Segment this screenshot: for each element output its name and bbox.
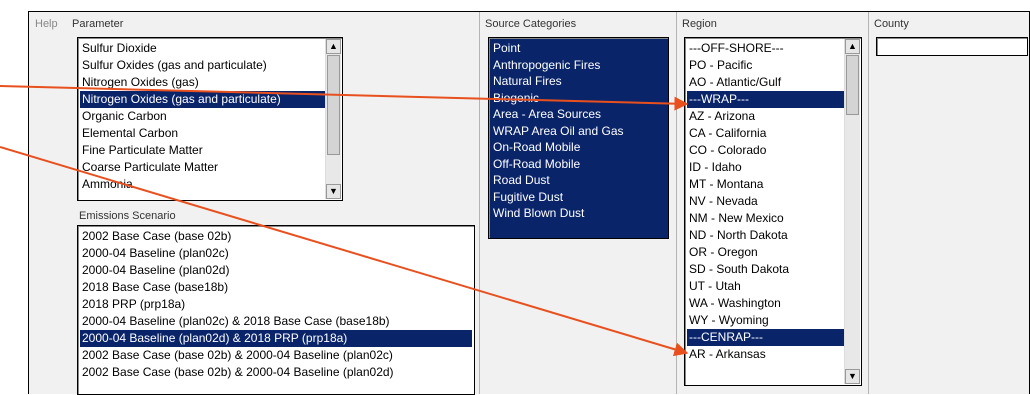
parameter-label: Parameter xyxy=(72,18,124,30)
scenario-option[interactable]: 2018 PRP (prp18a) xyxy=(80,296,472,313)
parameter-option[interactable]: Sulfur Dioxide xyxy=(80,40,325,57)
source-category-option[interactable]: Off-Road Mobile xyxy=(491,155,666,172)
source-category-option[interactable]: Road Dust xyxy=(491,172,666,189)
region-option[interactable]: WY - Wyoming xyxy=(687,312,844,329)
region-option[interactable]: ID - Idaho xyxy=(687,159,844,176)
region-option[interactable]: OR - Oregon xyxy=(687,244,844,261)
parameter-option[interactable]: Nitrogen Oxides (gas and particulate) xyxy=(80,91,325,108)
parameter-option[interactable]: Organic Carbon xyxy=(80,108,325,125)
scenario-option[interactable]: 2000-04 Baseline (plan02c) xyxy=(80,245,472,262)
scenario-option[interactable]: 2000-04 Baseline (plan02c) & 2018 Base C… xyxy=(80,313,472,330)
scenario-option[interactable]: 2002 Base Case (base 02b) xyxy=(80,228,472,245)
region-option[interactable]: ---WRAP--- xyxy=(687,91,844,108)
parameter-option[interactable]: Coarse Particulate Matter xyxy=(80,159,325,176)
emissions-scenario-listbox[interactable]: 2002 Base Case (base 02b) 2000-04 Baselin… xyxy=(77,225,475,395)
help-link[interactable]: Help xyxy=(35,18,58,30)
scenario-option[interactable]: 2002 Base Case (base 02b) & 2000-04 Base… xyxy=(80,347,472,364)
source-categories-label: Source Categories xyxy=(485,18,577,30)
source-category-option[interactable]: Wind Blown Dust xyxy=(491,205,666,222)
parameter-option[interactable]: Fine Particulate Matter xyxy=(80,142,325,159)
parameter-scrollbar[interactable]: ▲ ▼ xyxy=(325,39,341,199)
source-category-option[interactable]: Area - Area Sources xyxy=(491,106,666,123)
scroll-down-icon[interactable]: ▼ xyxy=(326,184,341,199)
source-category-option[interactable]: Natural Fires xyxy=(491,73,666,90)
county-panel: County xyxy=(869,12,1029,394)
scroll-up-icon[interactable]: ▲ xyxy=(845,39,860,54)
parameter-option[interactable]: Nitrogen Oxides (gas) xyxy=(80,74,325,91)
region-option[interactable]: UT - Utah xyxy=(687,278,844,295)
source-category-option[interactable]: WRAP Area Oil and Gas xyxy=(491,122,666,139)
parameter-option[interactable]: Ammonia xyxy=(80,176,325,193)
region-option[interactable]: CO - Colorado xyxy=(687,142,844,159)
region-option[interactable]: ---OFF-SHORE--- xyxy=(687,40,844,57)
scroll-up-icon[interactable]: ▲ xyxy=(326,39,341,54)
county-input[interactable] xyxy=(876,37,1028,56)
region-option[interactable]: PO - Pacific xyxy=(687,57,844,74)
scenario-option[interactable]: 2018 Base Case (base18b) xyxy=(80,279,472,296)
region-option[interactable]: AZ - Arizona xyxy=(687,108,844,125)
source-category-option[interactable]: Fugitive Dust xyxy=(491,188,666,205)
parameter-list: Sulfur Dioxide Sulfur Oxides (gas and par… xyxy=(80,40,325,193)
scroll-thumb[interactable] xyxy=(846,55,859,115)
region-option[interactable]: AO - Atlantic/Gulf xyxy=(687,74,844,91)
scenario-option[interactable]: 2000-04 Baseline (plan02d) & 2018 PRP (p… xyxy=(80,330,472,347)
region-option[interactable]: SD - South Dakota xyxy=(687,261,844,278)
parameter-option[interactable]: Elemental Carbon xyxy=(80,125,325,142)
scroll-down-icon[interactable]: ▼ xyxy=(845,369,860,384)
source-category-option[interactable]: On-Road Mobile xyxy=(491,139,666,156)
region-option[interactable]: MT - Montana xyxy=(687,176,844,193)
source-category-option[interactable]: Anthropogenic Fires xyxy=(491,56,666,73)
region-option[interactable]: CA - California xyxy=(687,125,844,142)
region-scrollbar[interactable]: ▲ ▼ xyxy=(844,39,860,384)
region-listbox[interactable]: ---OFF-SHORE--- PO - Pacific AO - Atlantic… xyxy=(684,37,862,386)
region-option[interactable]: AR - Arkansas xyxy=(687,346,844,363)
parameter-option[interactable]: Sulfur Oxides (gas and particulate) xyxy=(80,57,325,74)
scenario-option[interactable]: 2000-04 Baseline (plan02d) xyxy=(80,262,472,279)
region-option[interactable]: WA - Washington xyxy=(687,295,844,312)
emissions-scenario-list: 2002 Base Case (base 02b) 2000-04 Baselin… xyxy=(80,228,472,381)
region-option[interactable]: ---CENRAP--- xyxy=(687,329,844,346)
region-list: ---OFF-SHORE--- PO - Pacific AO - Atlantic… xyxy=(687,40,844,363)
region-option[interactable]: ND - North Dakota xyxy=(687,227,844,244)
source-category-option[interactable]: Point xyxy=(491,40,666,57)
source-categories-listbox[interactable]: Point Anthropogenic Fires Natural Fires Bio… xyxy=(488,37,669,239)
county-label: County xyxy=(874,18,909,30)
parameter-listbox[interactable]: Sulfur Dioxide Sulfur Oxides (gas and par… xyxy=(77,37,343,201)
scroll-thumb[interactable] xyxy=(327,55,340,155)
scenario-option[interactable]: 2002 Base Case (base 02b) & 2000-04 Base… xyxy=(80,364,472,381)
source-category-option[interactable]: Biogenic xyxy=(491,89,666,106)
region-label: Region xyxy=(682,18,717,30)
filter-form: Help Parameter Emissions Scenario Source… xyxy=(28,11,1030,395)
emissions-scenario-label: Emissions Scenario xyxy=(79,210,176,222)
region-option[interactable]: NV - Nevada xyxy=(687,193,844,210)
region-option[interactable]: NM - New Mexico xyxy=(687,210,844,227)
source-categories-list: Point Anthropogenic Fires Natural Fires Bio… xyxy=(491,40,666,222)
